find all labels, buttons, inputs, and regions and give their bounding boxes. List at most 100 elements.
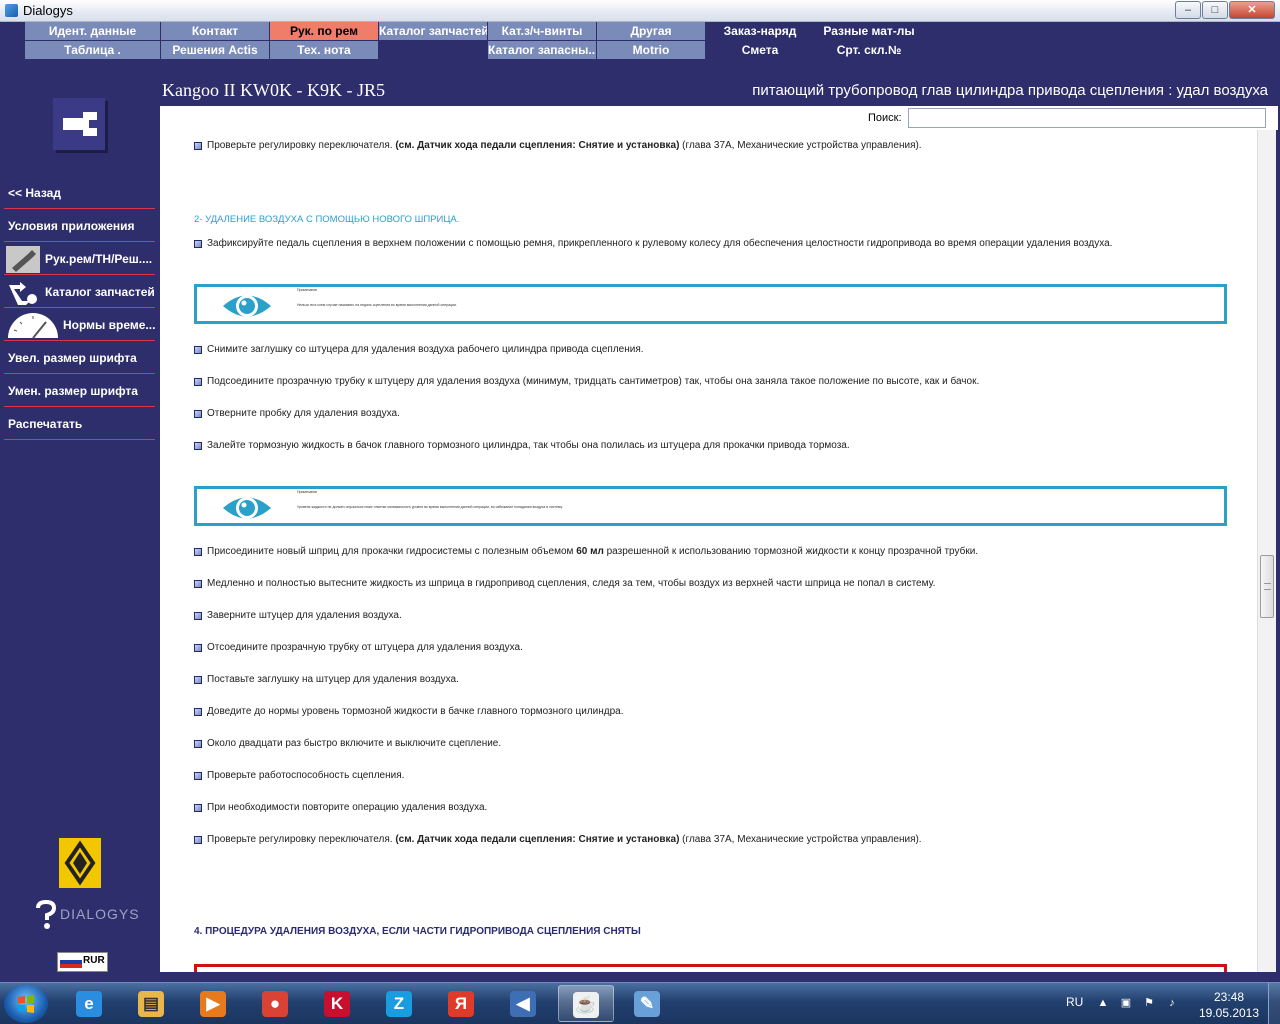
- menu-tech-note[interactable]: Тех. нота: [270, 41, 378, 59]
- top-menu: Идент. данные Контакт Рук. по рем Катало…: [0, 22, 1280, 60]
- taskbar-z-app-button[interactable]: Z: [372, 985, 428, 1022]
- note-title: Примечание: [297, 288, 318, 292]
- bullet-icon: [194, 772, 202, 780]
- action-center-icon[interactable]: ⚑: [1143, 997, 1155, 1009]
- taskbar-explorer-button[interactable]: ▤: [124, 985, 180, 1022]
- menu-work-order[interactable]: Заказ-наряд: [706, 22, 814, 40]
- bullet-icon: [194, 410, 202, 418]
- note-text: Нельзя ни в коем случае нажимать на педа…: [297, 303, 457, 307]
- sidebar-print[interactable]: Распечатать: [4, 409, 155, 440]
- taskbar-paint-button[interactable]: ✎: [620, 985, 676, 1022]
- menu-stock-number[interactable]: Срт. скл.№: [815, 41, 923, 59]
- language-badge[interactable]: RUR: [57, 952, 108, 972]
- item-text: Проверьте работоспособность сцепления.: [207, 770, 405, 781]
- menu-spare-catalog[interactable]: Каталог запасны...: [488, 41, 596, 59]
- item-text: Медленно и полностью вытесните жидкость …: [207, 578, 936, 589]
- language-code: RUR: [83, 955, 105, 966]
- sidebar-decrease-font[interactable]: Умен. размер шрифта: [4, 376, 155, 407]
- show-desktop-button[interactable]: [1268, 983, 1280, 1024]
- kaspersky-icon: K: [324, 991, 350, 1017]
- minimize-button[interactable]: –: [1175, 1, 1201, 19]
- media-player-icon: ▶: [200, 991, 226, 1017]
- bullet-icon: [194, 804, 202, 812]
- warning-box: [194, 964, 1227, 972]
- dialogys-logo: DIALOGYS: [34, 900, 139, 930]
- item-text: разрешенной к использованию тормозной жи…: [603, 546, 979, 557]
- content-scrollbar[interactable]: [1257, 130, 1276, 972]
- menu-parts-catalog[interactable]: Каталог запчастей: [379, 22, 487, 40]
- sidebar-parts-catalog[interactable]: Каталог запчастей: [4, 277, 155, 308]
- bullet-icon: [194, 240, 202, 248]
- taskbar-yandex-button[interactable]: Я: [434, 985, 490, 1022]
- item-text: Залейте тормозную жидкость в бачок главн…: [207, 440, 850, 451]
- z-app-icon: Z: [386, 991, 412, 1017]
- menu-misc-materials[interactable]: Разные мат-лы: [815, 22, 923, 40]
- menu-table[interactable]: Таблица .: [25, 41, 160, 59]
- taskbar: e ▤ ▶ ● K Z Я ◀ ☕ ✎ RU ▲ ▣ ⚑ ♪ 23:48 19.05.2013: [0, 982, 1280, 1024]
- cross-reference-link[interactable]: (см. Датчик хода педали сцепления: Сняти…: [395, 140, 679, 151]
- sidebar-application-conditions[interactable]: Условия приложения: [4, 211, 155, 242]
- sidebar-back[interactable]: << Назад: [4, 178, 155, 209]
- bullet-icon: [194, 442, 202, 450]
- wrench-icon: [6, 246, 40, 273]
- network-icon[interactable]: ▣: [1120, 997, 1132, 1009]
- item-value: 60 мл: [576, 546, 604, 557]
- close-button[interactable]: ✕: [1229, 1, 1275, 19]
- section-heading: 4. ПРОЦЕДУРА УДАЛЕНИЯ ВОЗДУХА, ЕСЛИ ЧАСТ…: [194, 926, 641, 937]
- document-content: Проверьте регулировку переключателя. (см…: [160, 130, 1257, 972]
- item-text: Присоедините новый шприц для прокачки ги…: [207, 546, 577, 557]
- volume-icon[interactable]: ♪: [1166, 997, 1178, 1009]
- repair-tool-icon: [53, 98, 105, 150]
- start-button[interactable]: [4, 985, 48, 1023]
- yandex-icon: Я: [448, 991, 474, 1017]
- bullet-icon: [194, 580, 202, 588]
- paint-icon: ✎: [634, 991, 660, 1017]
- cross-reference-link[interactable]: (см. Датчик хода педали сцепления: Сняти…: [395, 834, 679, 845]
- item-text: Отверните пробку для удаления воздуха.: [207, 408, 400, 419]
- menu-motrio[interactable]: Motrio: [597, 41, 705, 59]
- sidebar-item-label: Нормы време...: [63, 318, 156, 332]
- tray-expand-icon[interactable]: ▲: [1097, 997, 1109, 1009]
- keyboard-language[interactable]: RU: [1066, 995, 1083, 1009]
- item-text: Заверните штуцер для удаления воздуха.: [207, 610, 402, 621]
- dialogys-brand-text: DIALOGYS: [60, 906, 140, 922]
- maximize-button[interactable]: □: [1202, 1, 1228, 19]
- taskbar-volume-button[interactable]: ◀: [496, 985, 552, 1022]
- bullet-icon: [194, 378, 202, 386]
- taskbar-java-button[interactable]: ☕: [558, 985, 614, 1022]
- eye-icon: [221, 491, 273, 528]
- parts-icon: [6, 279, 40, 306]
- menu-identification[interactable]: Идент. данные: [25, 22, 160, 40]
- eye-icon: [221, 289, 273, 326]
- item-text: (глава 37A, Механические устройства упра…: [679, 140, 922, 151]
- clock-time[interactable]: 23:48: [1204, 990, 1254, 1004]
- sidebar-increase-font[interactable]: Увел. размер шрифта: [4, 343, 155, 374]
- taskbar-ie-button[interactable]: e: [62, 985, 118, 1022]
- taskbar-kaspersky-button[interactable]: K: [310, 985, 366, 1022]
- subheading: 2- УДАЛЕНИЕ ВОЗДУХА С ПОМОЩЬЮ НОВОГО ШПР…: [194, 214, 460, 225]
- menu-actis-solutions[interactable]: Решения Actis: [161, 41, 269, 59]
- document-header: Kangoo II KW0K - K9K - JR5 питающий труб…: [160, 78, 1280, 106]
- menu-parts-screws[interactable]: Кат.з/ч-винты: [488, 22, 596, 40]
- renault-logo: [59, 838, 101, 888]
- sidebar-repair-manual[interactable]: Рук.рем/ТН/Реш....: [4, 244, 155, 275]
- taskbar-media-player-button[interactable]: ▶: [186, 985, 242, 1022]
- menu-contact[interactable]: Контакт: [161, 22, 269, 40]
- clock-date[interactable]: 19.05.2013: [1198, 1006, 1260, 1020]
- taskbar-chrome-button[interactable]: ●: [248, 985, 304, 1022]
- menu-repair-manual[interactable]: Рук. по рем: [270, 22, 378, 40]
- item-text: Зафиксируйте педаль сцепления в верхнем …: [207, 238, 1113, 249]
- scrollbar-thumb[interactable]: [1260, 555, 1274, 618]
- bullet-icon: [194, 676, 202, 684]
- item-text: (глава 37A, Механические устройства упра…: [679, 834, 922, 845]
- search-input[interactable]: [908, 108, 1266, 128]
- menu-other[interactable]: Другая: [597, 22, 705, 40]
- note-text: Уровень жидкости не должен опускаться ни…: [297, 505, 563, 509]
- bullet-icon: [194, 740, 202, 748]
- sidebar-time-norms[interactable]: Нормы време...: [4, 310, 155, 341]
- bullet-icon: [194, 708, 202, 716]
- gauge-icon: [6, 312, 60, 339]
- item-text: Снимите заглушку со штуцера для удаления…: [207, 344, 644, 355]
- item-text: Доведите до нормы уровень тормозной жидк…: [207, 706, 624, 717]
- menu-estimate[interactable]: Смета: [706, 41, 814, 59]
